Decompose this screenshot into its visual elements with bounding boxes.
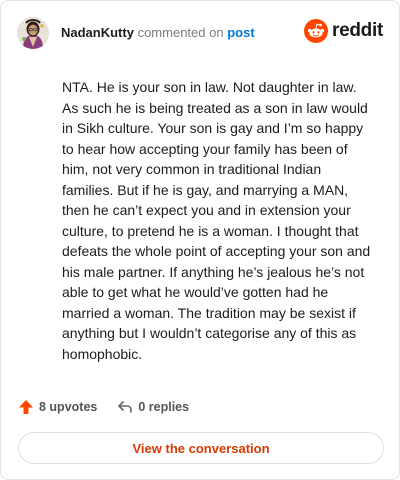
upvote-arrow-icon (19, 400, 33, 414)
reddit-logo-icon (304, 19, 329, 43)
view-conversation-button[interactable]: View the conversation (18, 432, 384, 464)
comment-card: NadanKutty commented on post reddit NTA.… (0, 0, 400, 480)
reddit-brand[interactable]: reddit (304, 19, 383, 43)
comment-body: NTA. He is your son in law. Not daughter… (62, 79, 371, 362)
comment-header: NadanKutty commented on post reddit (17, 15, 383, 51)
username-link[interactable]: NadanKutty (61, 25, 134, 40)
avatar[interactable] (17, 17, 49, 49)
reply-count: 0 replies (138, 400, 190, 414)
upvote-count: 8 upvotes (39, 400, 98, 414)
upvote-button[interactable]: 8 upvotes (18, 399, 97, 415)
comment-actions: 8 upvotes 0 replies (18, 399, 189, 415)
reply-arrow-icon (118, 401, 133, 413)
avatar-image (17, 17, 49, 49)
reply-button[interactable]: 0 replies (117, 399, 189, 415)
meta-verb: commented on (137, 25, 224, 40)
reddit-wordmark: reddit (332, 20, 383, 41)
comment-meta: NadanKutty commented on post (61, 25, 255, 41)
post-link[interactable]: post (227, 25, 254, 40)
